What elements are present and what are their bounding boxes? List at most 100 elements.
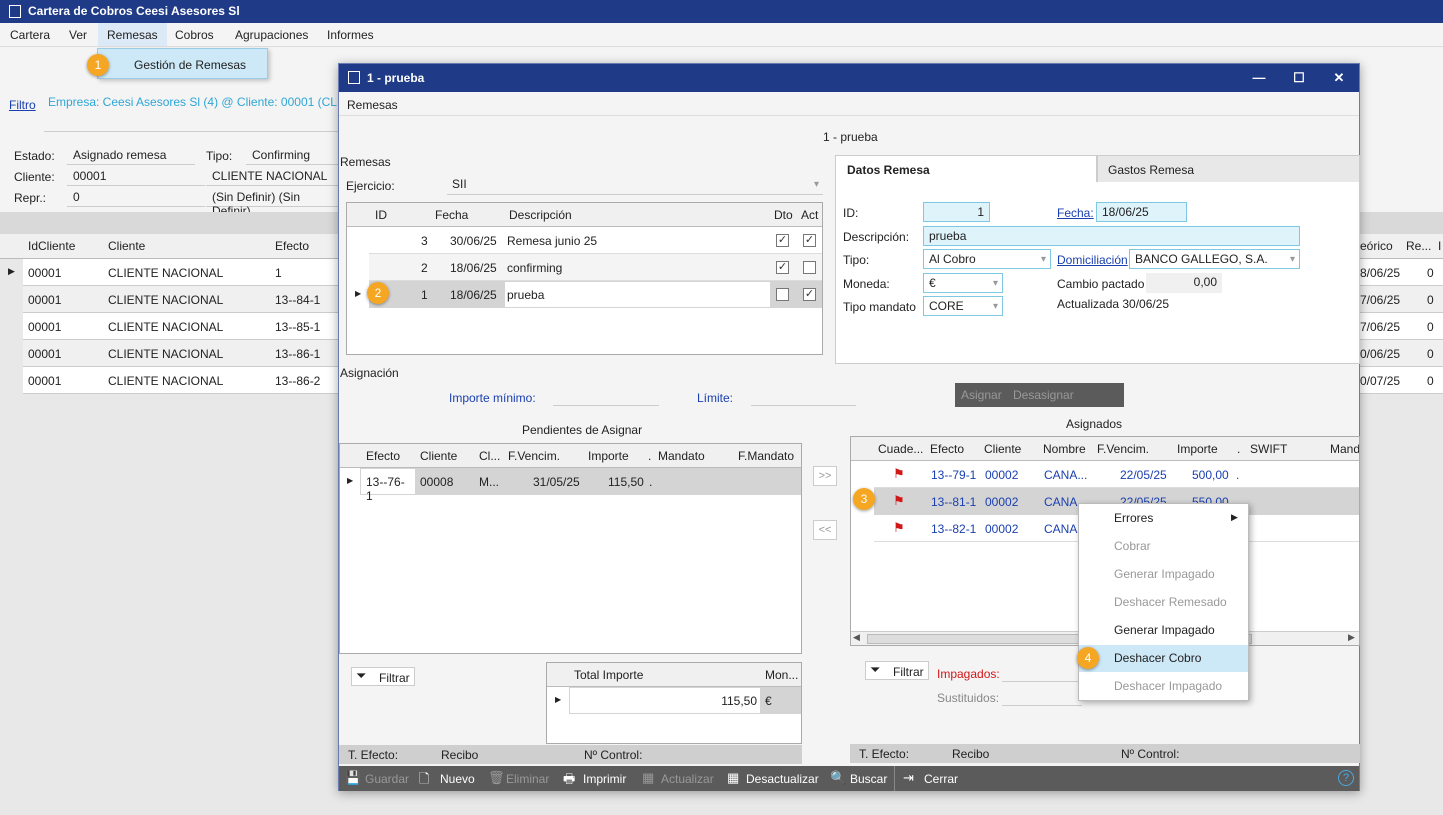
importe-minimo-field[interactable]: [553, 388, 659, 406]
col-cl[interactable]: Cl...: [479, 449, 500, 463]
ctx-generar-impagado-disabled[interactable]: Generar Impagado: [1079, 561, 1248, 588]
table-row[interactable]: ⚑ 13--79-1 00002 CANA... 22/05/25 500,00…: [874, 461, 1359, 488]
cell-total[interactable]: 115,50: [570, 688, 760, 713]
sustituidos-field[interactable]: [1002, 688, 1082, 706]
cerrar-button[interactable]: Cerrar: [924, 772, 958, 786]
fecha-link[interactable]: Fecha:: [1057, 206, 1094, 220]
menu-cobros[interactable]: Cobros: [175, 28, 214, 42]
col-total-importe[interactable]: Total Importe: [574, 668, 643, 682]
move-left-button[interactable]: <<: [813, 520, 837, 540]
col-descripcion[interactable]: Descripción: [509, 208, 572, 222]
mandato-select[interactable]: CORE: [923, 296, 1003, 316]
col-swift[interactable]: SWIFT: [1250, 442, 1287, 456]
col-fvencim[interactable]: F.Vencim.: [1097, 442, 1149, 456]
ctx-deshacer-cobro[interactable]: Deshacer Cobro: [1079, 645, 1248, 672]
table-row-selected[interactable]: 115,50 €: [569, 687, 801, 714]
repr-field[interactable]: 0: [67, 189, 205, 207]
col-i[interactable]: I: [1438, 239, 1441, 253]
ctx-generar-impagado[interactable]: Generar Impagado: [1079, 617, 1248, 644]
tipo-select[interactable]: Al Cobro: [923, 249, 1051, 269]
table-row[interactable]: 2 18/06/25 confirming ✓: [369, 254, 822, 281]
minimize-icon[interactable]: —: [1239, 64, 1279, 92]
id-field[interactable]: 1: [923, 202, 990, 222]
dto-checkbox[interactable]: [776, 288, 789, 301]
col-re[interactable]: Re...: [1406, 239, 1431, 253]
col-cuadre[interactable]: Cuade...: [878, 442, 923, 456]
col-mandato[interactable]: Mandato: [658, 449, 705, 463]
dto-checkbox[interactable]: ✓: [776, 234, 789, 247]
col-idcliente[interactable]: IdCliente: [28, 239, 75, 253]
col-importe[interactable]: Importe: [588, 449, 629, 463]
help-icon[interactable]: ?: [1338, 770, 1354, 786]
cliente-field[interactable]: 00001: [67, 168, 205, 186]
limite-field[interactable]: [751, 388, 856, 406]
act-checkbox[interactable]: ✓: [803, 234, 816, 247]
filter-link[interactable]: Filtro: [9, 98, 36, 112]
col-efecto[interactable]: Efecto: [275, 239, 309, 253]
nuevo-button[interactable]: Nuevo: [440, 772, 475, 786]
ctx-errores[interactable]: Errores: [1079, 505, 1248, 532]
col-mand[interactable]: Mand: [1330, 442, 1359, 456]
col-efecto[interactable]: Efecto: [930, 442, 964, 456]
menu-informes[interactable]: Informes: [327, 28, 374, 42]
table-row-selected[interactable]: 1 18/06/25 prueba ✓: [369, 281, 822, 308]
menu-agrupaciones[interactable]: Agrupaciones: [235, 28, 308, 42]
filtrar-button-left[interactable]: ⏷ Filtrar: [351, 667, 415, 686]
menu-remesas[interactable]: Remesas: [98, 23, 167, 46]
ctx-cobrar[interactable]: Cobrar: [1079, 533, 1248, 560]
col-fecha[interactable]: Fecha: [435, 208, 468, 222]
tab-gastos-remesa[interactable]: Gastos Remesa: [1097, 155, 1360, 183]
moneda-select[interactable]: €: [923, 273, 1003, 293]
imprimir-button[interactable]: Imprimir: [583, 772, 626, 786]
domiciliacion-link[interactable]: Domiciliación: [1057, 253, 1128, 267]
ctx-deshacer-impagado[interactable]: Deshacer Impagado: [1079, 673, 1248, 700]
dialog-menu-remesas[interactable]: Remesas: [347, 98, 398, 112]
col-cliente[interactable]: Cliente: [984, 442, 1021, 456]
col-id[interactable]: ID: [375, 208, 387, 222]
dto-checkbox[interactable]: ✓: [776, 261, 789, 274]
actualizar-button[interactable]: Actualizar: [661, 772, 714, 786]
act-checkbox[interactable]: ✓: [803, 288, 816, 301]
asignar-button[interactable]: Asignar: [961, 388, 1002, 402]
filtrar-button-right[interactable]: ⏷ Filtrar: [865, 661, 929, 680]
menu-cartera[interactable]: Cartera: [10, 28, 50, 42]
col-moneda[interactable]: Mon...: [765, 668, 798, 682]
cambio-field[interactable]: 0,00: [1146, 273, 1222, 293]
col-importe[interactable]: Importe: [1177, 442, 1218, 456]
desactualizar-button[interactable]: Desactualizar: [746, 772, 819, 786]
descripcion-field[interactable]: prueba: [923, 226, 1300, 246]
buscar-button[interactable]: Buscar: [850, 772, 887, 786]
guardar-button[interactable]: Guardar: [365, 772, 409, 786]
col-cliente[interactable]: Cliente: [108, 239, 145, 253]
scroll-left-icon[interactable]: ◀: [853, 632, 860, 643]
ejercicio-select[interactable]: SII: [447, 175, 823, 195]
cell-efecto[interactable]: 13--76-1: [361, 469, 415, 503]
menu-ver[interactable]: Ver: [69, 28, 87, 42]
close-icon[interactable]: ✕: [1319, 64, 1359, 92]
col-act[interactable]: Act: [801, 208, 818, 222]
domiciliacion-select[interactable]: BANCO GALLEGO, S.A.: [1129, 249, 1300, 269]
col-efecto[interactable]: Efecto: [366, 449, 400, 463]
estado-field[interactable]: Asignado remesa: [67, 147, 195, 165]
col-teorico[interactable]: eórico: [1360, 239, 1393, 253]
impagados-field[interactable]: [1002, 664, 1082, 682]
fecha-field[interactable]: 18/06/25: [1096, 202, 1187, 222]
col-fvencim[interactable]: F.Vencim.: [508, 449, 560, 463]
table-row-selected[interactable]: 13--76-1 00008 M... 31/05/25 115,50 .: [360, 468, 801, 503]
scroll-right-icon[interactable]: ▶: [1348, 632, 1355, 643]
col-dot[interactable]: .: [1237, 442, 1240, 456]
col-fmandato[interactable]: F.Mandato: [738, 449, 794, 463]
tab-datos-remesa[interactable]: Datos Remesa: [835, 155, 1097, 183]
maximize-icon[interactable]: ☐: [1279, 64, 1319, 92]
table-row[interactable]: 3 30/06/25 Remesa junio 25 ✓ ✓: [369, 227, 822, 254]
menu-item-gestion-remesas[interactable]: Gestión de Remesas: [97, 48, 268, 79]
col-dto[interactable]: Dto: [774, 208, 793, 222]
ctx-deshacer-remesado[interactable]: Deshacer Remesado: [1079, 589, 1248, 616]
eliminar-button[interactable]: Eliminar: [506, 772, 549, 786]
cell-desc[interactable]: prueba: [505, 282, 770, 307]
col-dot[interactable]: .: [648, 449, 651, 463]
col-nombre[interactable]: Nombre: [1043, 442, 1086, 456]
col-cliente[interactable]: Cliente: [420, 449, 457, 463]
desasignar-button[interactable]: Desasignar: [1013, 388, 1074, 402]
act-checkbox[interactable]: [803, 261, 816, 274]
